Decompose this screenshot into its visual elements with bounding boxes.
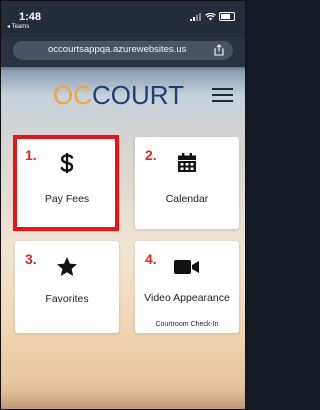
signal-icon <box>190 12 201 21</box>
status-bar: 1:48 ◂ Teams <box>1 1 245 37</box>
tile-sublabel: Courtroom Check-In <box>155 321 219 328</box>
star-icon <box>57 257 77 276</box>
highlight-box <box>13 135 119 231</box>
occourt-logo[interactable]: OCCOURT <box>53 80 184 111</box>
tile-number: 4. <box>145 251 157 267</box>
logo-oc: OC <box>53 80 92 110</box>
hamburger-menu-icon[interactable] <box>212 88 233 103</box>
bottom-strip <box>1 393 245 409</box>
tile-label: Favorites <box>45 293 89 305</box>
status-time: 1:48 <box>19 11 42 23</box>
address-bar[interactable]: occourtsappqa.azurewebsites.us <box>13 41 233 60</box>
tile-label: Video Appearance <box>144 292 230 304</box>
calendar-tile[interactable]: 2. Calendar <box>135 137 239 229</box>
tile-number: 3. <box>25 251 37 267</box>
battery-icon <box>219 12 235 21</box>
status-icons <box>190 12 235 21</box>
url-text: occourtsappqa.azurewebsites.us <box>48 44 187 55</box>
phone-screen: 1:48 ◂ Teams occourtsappqa.azurewebsites… <box>0 0 246 410</box>
calendar-icon <box>178 153 196 172</box>
tile-number: 2. <box>145 147 157 163</box>
back-to-app-link[interactable]: ◂ Teams <box>7 23 29 30</box>
tile-label: Calendar <box>165 193 209 205</box>
logo-court: COURT <box>92 80 184 110</box>
video-appearance-tile[interactable]: 4. Video Appearance Courtroom Check-In <box>135 241 239 333</box>
share-icon[interactable] <box>213 44 225 56</box>
wifi-icon <box>205 12 216 20</box>
video-camera-icon <box>174 260 199 274</box>
favorites-tile[interactable]: 3. Favorites <box>15 241 119 333</box>
browser-toolbar: occourtsappqa.azurewebsites.us <box>1 37 245 67</box>
